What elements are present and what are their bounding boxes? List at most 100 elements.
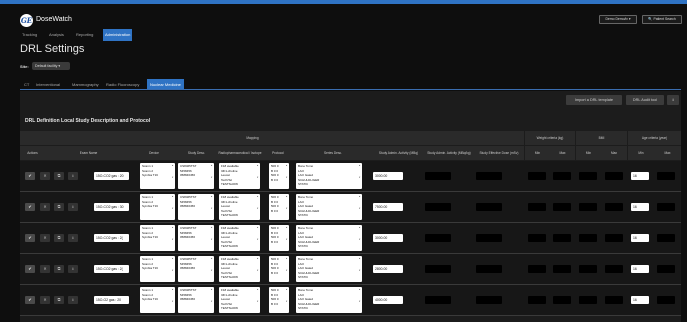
exam-name-input[interactable]: 15O-O2 gas : 20 bbox=[94, 296, 129, 304]
age-min-input[interactable]: 16 bbox=[631, 172, 649, 180]
drl-audit-tool-button[interactable]: DRL Audit tool bbox=[626, 95, 664, 105]
age-max-input[interactable] bbox=[657, 265, 675, 273]
age-max-input[interactable] bbox=[657, 203, 675, 211]
nav-administration[interactable]: Administration bbox=[103, 29, 133, 41]
scrollbar-icon[interactable]: ▴ ▾ bbox=[172, 226, 174, 241]
weight-max-input[interactable] bbox=[553, 265, 571, 273]
weight-max-input[interactable] bbox=[553, 296, 571, 304]
download-icon[interactable]: ⭳ bbox=[68, 203, 78, 211]
exam-name-input[interactable]: 15O-CO2 gas : 30 bbox=[94, 203, 129, 211]
scrollbar-icon[interactable]: ▴ ▾ bbox=[359, 164, 361, 179]
age-min-input[interactable]: 16 bbox=[631, 234, 649, 242]
list-option[interactable]: B 0 0 bbox=[271, 209, 287, 214]
weight-min-input[interactable] bbox=[528, 234, 546, 242]
list-option[interactable]: 058846456 bbox=[180, 266, 212, 271]
bmi-min-input[interactable] bbox=[579, 203, 597, 211]
list-option[interactable]: TESTSHOW bbox=[221, 275, 258, 280]
import-drl-template-button[interactable]: Import a DRL template bbox=[566, 95, 622, 105]
site-select[interactable]: Default facility ▾ bbox=[32, 62, 70, 70]
age-max-input[interactable] bbox=[657, 172, 675, 180]
bmi-min-input[interactable] bbox=[579, 296, 597, 304]
series-desc-listbox[interactable]: Bone Tomo LAO LAO Gated SCHULDLIGER STATIC ▴ ▾ bbox=[296, 163, 362, 189]
close-icon[interactable]: ✕ bbox=[40, 172, 50, 180]
list-option[interactable]: B 0 0 bbox=[271, 271, 287, 276]
study-effective-dose-input[interactable] bbox=[476, 234, 502, 242]
bmi-max-input[interactable] bbox=[605, 203, 623, 211]
copy-icon[interactable]: ⧉ bbox=[54, 234, 64, 242]
list-option[interactable]: STATIC bbox=[298, 182, 360, 187]
scrollbar-icon[interactable]: ▴ ▾ bbox=[211, 195, 213, 210]
bmi-min-input[interactable] bbox=[579, 172, 597, 180]
study-desc-listbox[interactable]: CS8465TST 5458456 058846456 ▴ ▾ bbox=[178, 256, 214, 282]
bmi-max-input[interactable] bbox=[605, 265, 623, 273]
close-icon[interactable]: ✕ bbox=[40, 234, 50, 242]
close-icon[interactable]: ✕ bbox=[40, 203, 50, 211]
study-admin-activity-kg-input[interactable] bbox=[425, 265, 451, 273]
study-admin-activity-kg-input[interactable] bbox=[425, 203, 451, 211]
copy-icon[interactable]: ⧉ bbox=[54, 172, 64, 180]
study-effective-dose-input[interactable] bbox=[476, 172, 502, 180]
series-desc-listbox[interactable]: Bone Tomo LAO LAO Gated SCHULDLIGER STATIC ▴ ▾ bbox=[296, 225, 362, 251]
scrollbar-icon[interactable]: ▴ ▾ bbox=[359, 257, 361, 272]
bmi-max-input[interactable] bbox=[605, 172, 623, 180]
close-icon[interactable]: ✕ bbox=[40, 296, 50, 304]
radiopharmaceutical-listbox[interactable]: F18 available I3F1-choline Leucet Tech/Tel T… bbox=[219, 256, 260, 282]
close-icon[interactable]: ✕ bbox=[40, 265, 50, 273]
radiopharmaceutical-listbox[interactable]: F18 available I3F1-choline Leucet Tech/Tel T… bbox=[219, 194, 260, 220]
download-icon[interactable]: ⭳ bbox=[68, 265, 78, 273]
study-admin-activity-input[interactable]: 3000.00 bbox=[373, 172, 403, 180]
scrollbar-icon[interactable]: ▴ ▾ bbox=[172, 257, 174, 272]
copy-icon[interactable]: ⧉ bbox=[54, 296, 64, 304]
list-option[interactable]: 058846456 bbox=[180, 235, 212, 240]
check-icon[interactable]: ✔ bbox=[25, 172, 35, 180]
scrollbar-icon[interactable]: ▴ ▾ bbox=[172, 195, 174, 210]
list-option[interactable]: STATIC bbox=[298, 275, 360, 280]
age-min-input[interactable]: 16 bbox=[631, 265, 649, 273]
radiopharmaceutical-listbox[interactable]: F18 available I3F1-choline Leucet Tech/Tel T… bbox=[219, 225, 260, 251]
download-icon[interactable]: ⭳ bbox=[68, 234, 78, 242]
radiopharmaceutical-listbox[interactable]: F18 available I3F1-choline Leucet Tech/Tel T… bbox=[219, 287, 260, 313]
study-effective-dose-input[interactable] bbox=[476, 296, 502, 304]
scrollbar-icon[interactable]: ▴ ▾ bbox=[257, 257, 259, 272]
list-option[interactable]: TESTSHOW bbox=[221, 306, 258, 311]
study-admin-activity-input[interactable]: 4000.00 bbox=[373, 296, 403, 304]
weight-min-input[interactable] bbox=[528, 203, 546, 211]
download-icon[interactable]: ⭳ bbox=[667, 95, 679, 105]
scrollbar-icon[interactable]: ▴ ▾ bbox=[359, 195, 361, 210]
copy-icon[interactable]: ⧉ bbox=[54, 203, 64, 211]
weight-min-input[interactable] bbox=[528, 172, 546, 180]
weight-max-input[interactable] bbox=[553, 234, 571, 242]
age-max-input[interactable] bbox=[657, 296, 675, 304]
exam-name-input[interactable]: 15O-CO2 gas : 2( bbox=[94, 265, 129, 273]
scrollbar-icon[interactable]: ▴ ▾ bbox=[286, 288, 288, 303]
device-listbox[interactable]: Scann 1 Scann 2 Symbia T16 ▴ ▾ bbox=[140, 256, 175, 282]
scrollbar-icon[interactable]: ▴ ▾ bbox=[211, 257, 213, 272]
list-option[interactable]: B 0 0 bbox=[271, 240, 287, 245]
scrollbar-icon[interactable]: ▴ ▾ bbox=[257, 288, 259, 303]
series-desc-listbox[interactable]: Bone Tomo LAO LAO Gated SCHULDLIGER STATIC ▴ ▾ bbox=[296, 194, 362, 220]
protocol-listbox[interactable]: 506 0B 0 0 506 0B 0 0 ▴ ▾ bbox=[269, 163, 289, 189]
check-icon[interactable]: ✔ bbox=[25, 265, 35, 273]
scrollbar-icon[interactable]: ▴ ▾ bbox=[286, 195, 288, 210]
scrollbar-icon[interactable]: ▴ ▾ bbox=[286, 164, 288, 179]
device-listbox[interactable]: Scann 1 Scann 2 Symbia T16 ▴ ▾ bbox=[140, 287, 175, 313]
list-option[interactable]: TESTSHOW bbox=[221, 213, 258, 218]
nav-analysis[interactable]: Analysis bbox=[47, 29, 66, 41]
scrollbar-icon[interactable]: ▴ ▾ bbox=[286, 226, 288, 241]
scrollbar-icon[interactable]: ▴ ▾ bbox=[359, 226, 361, 241]
scrollbar-icon[interactable]: ▴ ▾ bbox=[172, 288, 174, 303]
scrollbar-icon[interactable]: ▴ ▾ bbox=[211, 164, 213, 179]
protocol-listbox[interactable]: 506 0B 0 0 506 0B 0 0 ▴ ▾ bbox=[269, 287, 289, 313]
list-option[interactable]: STATIC bbox=[298, 306, 360, 311]
weight-max-input[interactable] bbox=[553, 203, 571, 211]
scrollbar-icon[interactable]: ▴ ▾ bbox=[257, 164, 259, 179]
patient-search-button[interactable]: 🔍 Patient Search bbox=[642, 15, 682, 24]
study-desc-listbox[interactable]: CS8465TST 5458456 058846456 ▴ ▾ bbox=[178, 163, 214, 189]
list-option[interactable]: Symbia T16 bbox=[142, 266, 173, 271]
bmi-min-input[interactable] bbox=[579, 265, 597, 273]
scrollbar-icon[interactable]: ▴ ▾ bbox=[257, 195, 259, 210]
study-admin-activity-kg-input[interactable] bbox=[425, 172, 451, 180]
age-min-input[interactable]: 16 bbox=[631, 203, 649, 211]
study-desc-listbox[interactable]: CS8465TST 5458456 058846456 ▴ ▾ bbox=[178, 194, 214, 220]
exam-name-input[interactable]: 15O-CO2 gas : 20 bbox=[94, 172, 129, 180]
